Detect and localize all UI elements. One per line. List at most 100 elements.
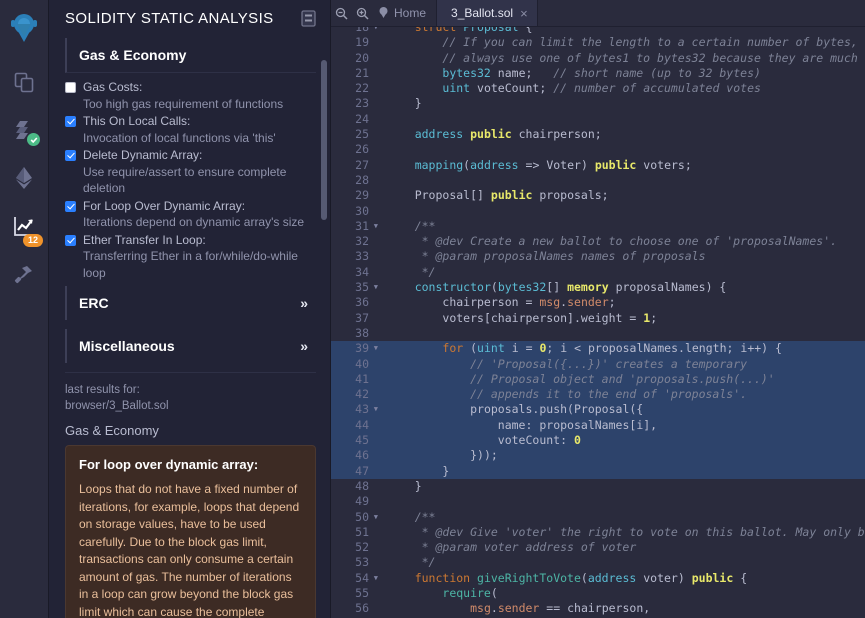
fold-arrow-icon[interactable]: ▼ <box>374 402 378 417</box>
section-label: Miscellaneous <box>79 338 175 354</box>
solidity-static-analysis-icon[interactable]: 12 <box>0 202 48 250</box>
code-line[interactable]: 37 voters[chairperson].weight = 1; <box>331 311 865 326</box>
code-line[interactable]: 48 } <box>331 479 865 494</box>
gutter-pad <box>373 249 387 264</box>
code-text: proposals.push(Proposal({ <box>470 402 644 417</box>
line-number: 42 <box>355 387 369 402</box>
code-line[interactable]: 41 // Proposal object and 'proposals.pus… <box>331 371 865 388</box>
code-line[interactable]: 45 voteCount: 0 <box>331 433 865 449</box>
code-line[interactable]: 33 * @param proposalNames names of propo… <box>331 249 865 264</box>
code-line[interactable]: 56 msg.sender == chairperson, <box>331 601 865 616</box>
code-line[interactable]: 20 // always use one of bytes1 to bytes3… <box>331 51 865 66</box>
code-line[interactable]: 30 <box>331 204 865 219</box>
code-text: * @param voter address of voter <box>421 540 637 555</box>
panel-scroll-area[interactable]: Gas & Economy Gas Costs: Too high gas re… <box>49 38 330 618</box>
code-line[interactable]: 51 * @dev Give 'voter' the right to vote… <box>331 525 865 540</box>
fold-arrow-icon[interactable]: ▼ <box>374 27 378 35</box>
code-line[interactable]: 50 ▼ /** <box>331 510 865 525</box>
line-number: 41 <box>355 371 369 386</box>
analyzer-item-ether-transfer-in-loop[interactable]: Ether Transfer In Loop: Transferring Eth… <box>65 232 316 282</box>
analyzer-item-gas-costs[interactable]: Gas Costs: Too high gas requirement of f… <box>65 79 316 112</box>
line-number: 32 <box>355 234 369 249</box>
code-line[interactable]: 18 ▼ struct Proposal { <box>331 27 865 35</box>
gutter-pad <box>373 418 387 433</box>
code-viewport[interactable]: 18 ▼ struct Proposal {19 // If you can li… <box>331 27 865 618</box>
fold-arrow-icon[interactable]: ▼ <box>374 280 378 295</box>
analysis-warning-card[interactable]: For loop over dynamic array: Loops that … <box>65 445 316 618</box>
analyzer-item-delete-dynamic-array[interactable]: Delete Dynamic Array: Use require/assert… <box>65 147 316 197</box>
code-line[interactable]: 24 <box>331 112 865 127</box>
code-line[interactable]: 46 })); <box>331 448 865 464</box>
zoom-in-icon[interactable] <box>352 0 373 26</box>
gutter-pad <box>373 326 387 341</box>
code-line[interactable]: 28 <box>331 173 865 188</box>
code-line[interactable]: 38 <box>331 326 865 341</box>
zoom-out-icon[interactable] <box>331 0 352 26</box>
code-line[interactable]: 42 // appends it to the end of 'proposal… <box>331 387 865 403</box>
code-line[interactable]: 40 // 'Proposal({...})' creates a tempor… <box>331 356 865 372</box>
analyzer-item-this-on-local-calls[interactable]: This On Local Calls: Invocation of local… <box>65 113 316 146</box>
fold-arrow-icon[interactable]: ▼ <box>374 571 378 586</box>
code-line[interactable]: 34 */ <box>331 265 865 280</box>
code-text: */ <box>421 264 436 279</box>
line-number: 27 <box>355 157 369 172</box>
tab-3-ballot-sol[interactable]: 3_Ballot.sol × <box>436 0 538 26</box>
section-gas-and-economy[interactable]: Gas & Economy <box>65 38 316 73</box>
solidity-compiler-icon[interactable] <box>0 106 48 154</box>
code-line[interactable]: 49 <box>331 494 865 509</box>
checkbox-delete-dynamic-array[interactable] <box>65 150 76 161</box>
code-text: function giveRightToVote(address voter) … <box>414 570 748 585</box>
code-line[interactable]: 35 ▼ constructor(bytes32[] memory proposa… <box>331 280 865 295</box>
section-erc[interactable]: ERC » <box>65 286 316 320</box>
code-line[interactable]: 43 ▼ proposals.push(Proposal({ <box>331 402 865 418</box>
panel-scrollbar-thumb[interactable] <box>321 60 327 220</box>
analyzer-title: Gas Costs: <box>83 80 143 94</box>
documentation-icon[interactable] <box>301 10 316 27</box>
remix-logo-icon[interactable] <box>0 0 48 58</box>
code-line[interactable]: 53 */ <box>331 555 865 570</box>
checkbox-for-loop-over-dynamic-array[interactable] <box>65 200 76 212</box>
code-text: name: proposalNames[i], <box>497 417 658 432</box>
line-number: 18 ▼ <box>331 27 378 35</box>
file-explorer-icon[interactable] <box>0 58 48 106</box>
line-number: 45 <box>355 433 369 448</box>
checkbox-gas-costs[interactable] <box>65 82 76 93</box>
plugin-icon-rail: 12 <box>0 0 49 618</box>
code-text: */ <box>421 555 436 570</box>
code-line[interactable]: 19 // If you can limit the length to a c… <box>331 35 865 50</box>
gutter-pad <box>373 66 387 81</box>
checkbox-this-on-local-calls[interactable] <box>65 116 76 127</box>
code-line[interactable]: 29 Proposal[] public proposals; <box>331 188 865 203</box>
code-line[interactable]: 26 <box>331 142 865 157</box>
code-line[interactable]: 39 ▼ for (uint i = 0; i < proposalNames.l… <box>331 341 865 357</box>
close-icon[interactable]: × <box>520 7 528 20</box>
code-line[interactable]: 21 bytes32 name; // short name (up to 32… <box>331 66 865 81</box>
code-line[interactable]: 55 require( <box>331 586 865 601</box>
fold-arrow-icon[interactable]: ▼ <box>374 219 378 234</box>
code-line[interactable]: 32 * @dev Create a new ballot to choose … <box>331 234 865 249</box>
code-line[interactable]: 52 * @param voter address of voter <box>331 540 865 555</box>
tab-home[interactable]: Home <box>373 0 436 26</box>
code-text: } <box>414 96 422 111</box>
code-line[interactable]: 54 ▼ function giveRightToVote(address vot… <box>331 571 865 586</box>
code-line[interactable]: 44 name: proposalNames[i], <box>331 417 865 434</box>
code-line[interactable]: 25 address public chairperson; <box>331 127 865 142</box>
gutter-pad <box>373 96 387 111</box>
code-line[interactable]: 27 mapping(address => Voter) public vote… <box>331 158 865 173</box>
checkbox-ether-transfer-in-loop[interactable] <box>65 234 76 246</box>
fold-arrow-icon[interactable]: ▼ <box>374 510 378 525</box>
deploy-run-icon[interactable] <box>0 154 48 202</box>
analyzer-item-for-loop-over-dynamic-array[interactable]: For Loop Over Dynamic Array: Iterations … <box>65 198 316 231</box>
code-line[interactable]: 31 ▼ /** <box>331 219 865 234</box>
section-miscellaneous[interactable]: Miscellaneous » <box>65 329 316 363</box>
code-text: // 'Proposal({...})' creates a temporary <box>470 356 748 371</box>
fold-arrow-icon[interactable]: ▼ <box>374 341 378 356</box>
code-line[interactable]: 23 } <box>331 96 865 111</box>
line-number: 43 ▼ <box>355 402 378 417</box>
code-line[interactable]: 22 uint voteCount; // number of accumula… <box>331 81 865 96</box>
line-number: 21 <box>355 65 369 80</box>
code-line[interactable]: 36 chairperson = msg.sender; <box>331 295 865 310</box>
plugin-manager-icon[interactable] <box>0 250 48 298</box>
code-line[interactable]: 47 } <box>331 463 865 479</box>
